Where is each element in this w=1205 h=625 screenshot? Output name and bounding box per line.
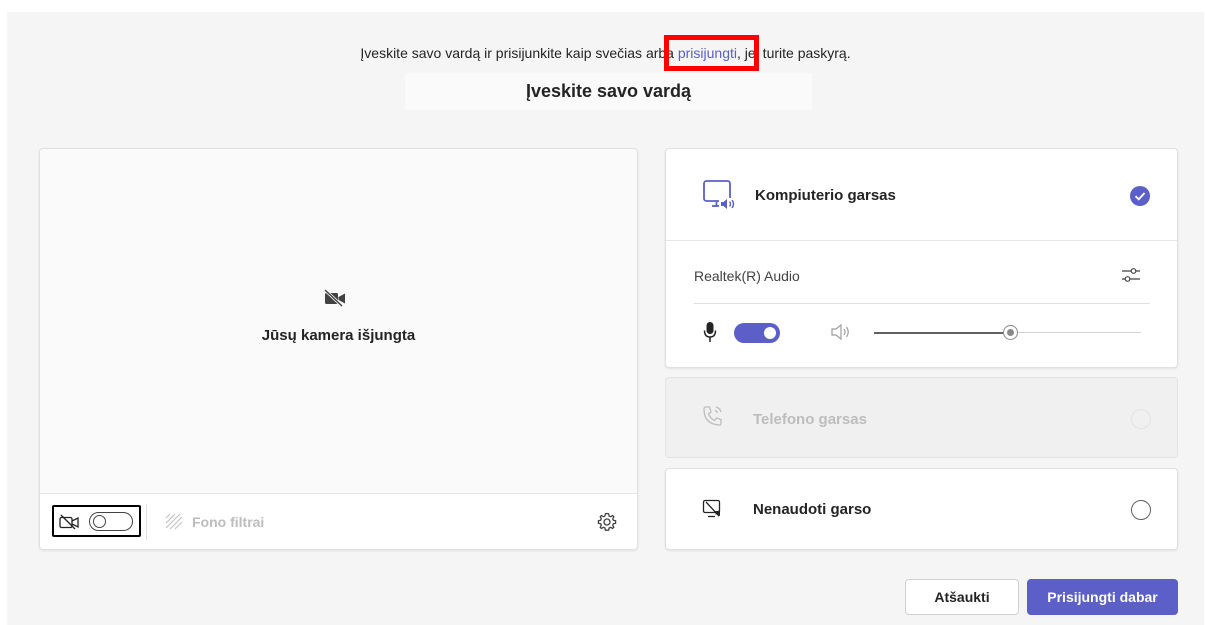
device-settings-icon[interactable] (1121, 265, 1141, 285)
checkmark-icon (1130, 186, 1150, 206)
no-audio-radio[interactable] (1131, 500, 1151, 520)
camera-off-icon (324, 289, 345, 307)
video-preview-card: Jūsų kamera išjungta Fono filtrai (39, 148, 638, 550)
speaker-volume-slider[interactable] (874, 325, 1141, 340)
phone-audio-radio (1131, 409, 1151, 429)
gear-icon[interactable] (596, 511, 618, 533)
microphone-switch[interactable] (734, 323, 780, 343)
microphone-icon (703, 322, 717, 342)
no-audio-icon (702, 499, 721, 518)
cancel-button[interactable]: Atšaukti (905, 579, 1019, 615)
camera-off-icon (59, 514, 79, 530)
phone-audio-option: Telefono garsas (665, 377, 1178, 458)
phone-icon (703, 406, 722, 426)
volume-thumb[interactable] (1003, 325, 1018, 340)
name-input[interactable] (405, 73, 812, 110)
sign-in-link[interactable]: prisijungti (663, 35, 759, 71)
computer-audio-label: Kompiuterio garsas (755, 187, 896, 204)
camera-off-message: Jūsų kamera išjungta (261, 327, 416, 344)
intro-text-before: Įveskite savo vardą ir prisijunkite kaip… (360, 45, 678, 61)
join-now-button[interactable]: Prisijungti dabar (1027, 579, 1178, 615)
no-audio-option[interactable]: Nenaudoti garso (665, 468, 1178, 550)
switch-knob (764, 327, 776, 339)
speaker-icon (831, 323, 849, 341)
pc-speaker-icon (703, 180, 736, 211)
intro-text-after: , jei turite paskyrą. (737, 45, 851, 61)
computer-audio-card[interactable]: Kompiuterio garsas Realtek(R) Audio (665, 148, 1178, 368)
computer-audio-option[interactable]: Kompiuterio garsas (666, 149, 1177, 241)
phone-audio-label: Telefono garsas (753, 411, 867, 428)
video-controls-bar: Fono filtrai (40, 493, 637, 549)
volume-fill (874, 331, 1010, 334)
camera-toggle[interactable] (52, 505, 141, 537)
guest-join-prompt: Įveskite savo vardą ir prisijunkite kaip… (7, 35, 1204, 71)
switch-knob (93, 515, 106, 528)
camera-switch[interactable] (89, 512, 133, 531)
video-preview: Jūsų kamera išjungta (40, 149, 637, 493)
pre-join-screen: Įveskite savo vardą ir prisijunkite kaip… (7, 12, 1204, 625)
background-effects-icon (165, 513, 183, 530)
divider (694, 303, 1150, 304)
audio-device-name: Realtek(R) Audio (694, 268, 800, 284)
background-filters-button[interactable]: Fono filtrai (192, 514, 264, 530)
divider (146, 504, 147, 540)
no-audio-label: Nenaudoti garso (753, 501, 872, 518)
